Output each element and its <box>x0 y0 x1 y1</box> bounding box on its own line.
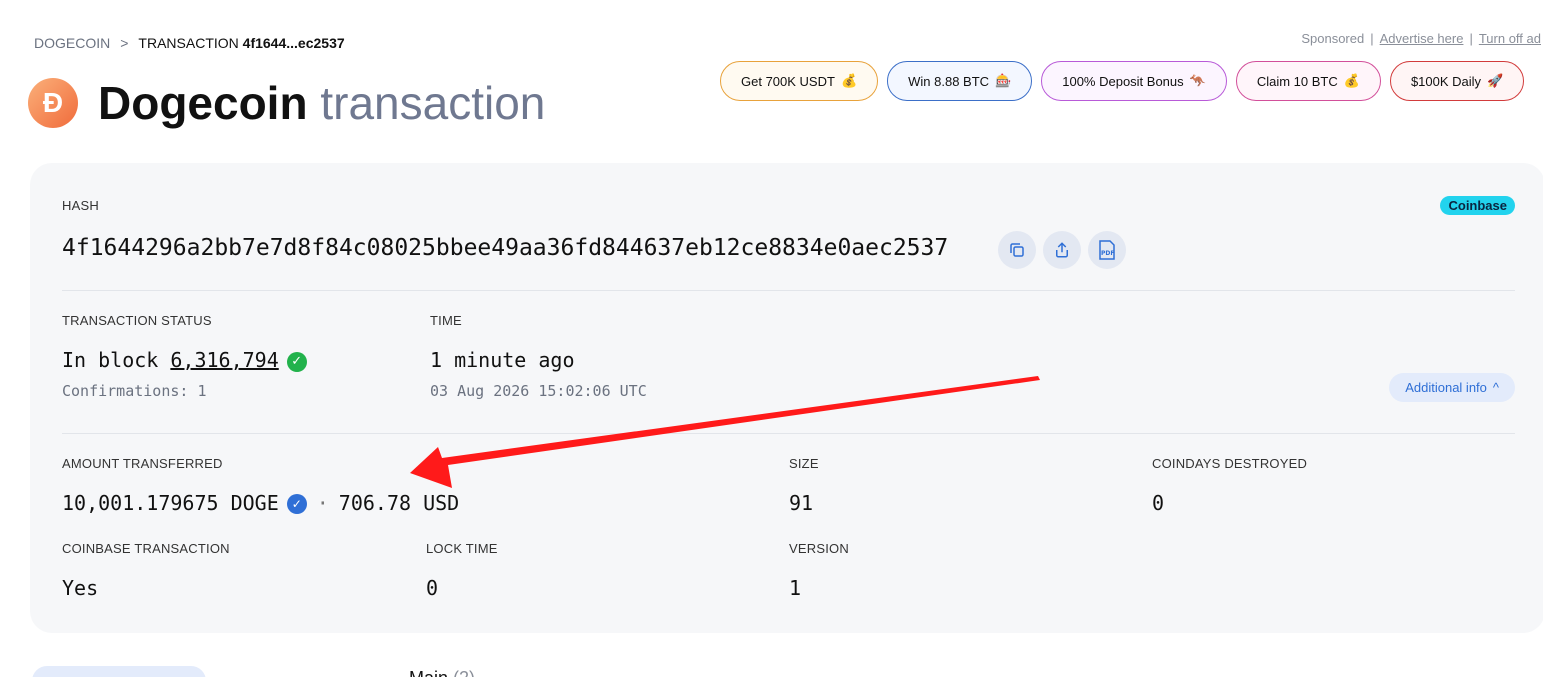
locktime-label: LOCK TIME <box>426 541 498 556</box>
rocket-icon: 🚀 <box>1487 73 1504 88</box>
block-link[interactable]: 6,316,794 <box>170 348 278 372</box>
ad-button[interactable]: Get 700K USDT 💰 <box>720 61 879 101</box>
share-icon <box>1056 242 1068 258</box>
locktime-field: LOCK TIME 0 <box>426 541 498 600</box>
divider <box>62 433 1515 434</box>
breadcrumb-separator: > <box>120 35 129 51</box>
divider <box>62 290 1515 291</box>
ad-label: Get 700K USDT <box>741 73 835 89</box>
amount-transferred: AMOUNT TRANSFERRED 10,001.179675 DOGE ✓ · 7… <box>62 456 459 515</box>
coindays-field: COINDAYS DESTROYED 0 <box>1152 456 1307 515</box>
ad-bar: Get 700K USDT 💰 Win 8.88 BTC 🎰 100% Depo… <box>720 61 1525 101</box>
copy-icon <box>1010 243 1024 257</box>
money-bag-icon: 💰 <box>1343 73 1360 88</box>
time-label: TIME <box>430 313 462 328</box>
breadcrumb-dogecoin-link[interactable]: DOGECOIN <box>34 35 110 51</box>
amount-separator: · <box>316 491 329 515</box>
size-value: 91 <box>789 491 814 515</box>
ad-label: $100K Daily <box>1410 73 1482 89</box>
check-icon: ✓ <box>286 352 307 372</box>
tab-main-label: Main <box>409 668 448 677</box>
dogecoin-logo-icon: Ð <box>28 78 78 128</box>
transaction-hash: 4f1644296a2bb7e7d8f84c08025bbee49aa36fd8… <box>62 235 949 261</box>
slot-machine-icon: 🎰 <box>995 73 1012 88</box>
amount-label: AMOUNT TRANSFERRED <box>62 456 223 471</box>
transaction-status: TRANSACTION STATUS In block 6,316,794 ✓ C… <box>62 313 307 400</box>
time-absolute: 03 Aug 2026 15:02:06 UTC <box>430 382 647 400</box>
bottom-tab-pill[interactable] <box>32 666 206 677</box>
ad-button[interactable]: Claim 10 BTC 💰 <box>1235 61 1381 101</box>
version-value: 1 <box>789 576 802 600</box>
page-title-sub: transaction <box>320 77 546 129</box>
copy-button[interactable] <box>998 231 1036 269</box>
hash-label: HASH <box>62 198 99 213</box>
verified-icon: ✓ <box>286 494 307 514</box>
transaction-card: HASH Coinbase 4f1644296a2bb7e7d8f84c0802… <box>30 163 1543 633</box>
status-value: In block 6,316,794 ✓ <box>62 348 307 372</box>
transaction-time: TIME 1 minute ago 03 Aug 2026 15:02:06 U… <box>430 313 647 400</box>
tab-main[interactable]: Main (2) <box>409 668 475 677</box>
coinbase-value: Yes <box>62 576 99 600</box>
size-field: SIZE 91 <box>789 456 819 515</box>
coindays-label: COINDAYS DESTROYED <box>1152 456 1308 471</box>
ad-button[interactable]: $100K Daily 🚀 <box>1389 61 1525 101</box>
breadcrumb-current-hash: 4f1644...ec2537 <box>242 35 345 51</box>
advertise-here-link[interactable]: Advertise here <box>1380 31 1464 46</box>
tab-main-count: (2) <box>453 668 475 677</box>
version-field: VERSION 1 <box>789 541 849 600</box>
additional-info-label: Additional info <box>1405 380 1487 395</box>
ad-label: Claim 10 BTC <box>1256 73 1338 89</box>
chevron-up-icon: ^ <box>1492 380 1499 395</box>
ad-label: Win 8.88 BTC <box>908 73 990 89</box>
pdf-button[interactable]: PDF <box>1088 231 1126 269</box>
status-prefix: In block <box>62 348 159 372</box>
share-button[interactable] <box>1043 231 1081 269</box>
coinbase-label: COINBASE TRANSACTION <box>62 541 230 556</box>
status-label: TRANSACTION STATUS <box>62 313 212 328</box>
sponsor-separator: | <box>1370 31 1374 46</box>
time-relative: 1 minute ago <box>430 348 575 372</box>
coinbase-field: COINBASE TRANSACTION Yes <box>62 541 230 600</box>
turn-off-ad-link[interactable]: Turn off ad <box>1479 31 1541 46</box>
confirmations: Confirmations: 1 <box>62 382 207 400</box>
page-title-main: Dogecoin <box>98 77 308 129</box>
breadcrumb-current: TRANSACTION 4f1644...ec2537 <box>138 35 344 51</box>
additional-info-button[interactable]: Additional info ^ <box>1389 373 1515 402</box>
breadcrumb: DOGECOIN > TRANSACTION 4f1644...ec2537 <box>34 35 345 51</box>
ad-button[interactable]: 100% Deposit Bonus 🦘 <box>1041 61 1227 101</box>
amount-usd: 706.78 USD <box>338 491 460 515</box>
sponsor-separator: | <box>1469 31 1473 46</box>
sponsored-label: Sponsored <box>1301 31 1365 46</box>
breadcrumb-current-prefix: TRANSACTION <box>138 35 239 51</box>
hash-actions: PDF <box>998 231 1126 269</box>
ad-button[interactable]: Win 8.88 BTC 🎰 <box>887 61 1033 101</box>
page-header: Ð Dogecoin transaction <box>28 76 545 130</box>
page-title: Dogecoin transaction <box>98 76 545 130</box>
money-bag-icon: 💰 <box>840 73 858 88</box>
ad-label: 100% Deposit Bonus <box>1062 73 1184 89</box>
amount-value: 10,001.179675 DOGE ✓ · 706.78 USD <box>62 491 459 515</box>
svg-text:PDF: PDF <box>1101 250 1114 257</box>
amount-doge: 10,001.179675 DOGE <box>62 491 279 515</box>
kangaroo-icon: 🦘 <box>1189 73 1206 88</box>
pdf-icon: PDF <box>1099 240 1115 260</box>
size-label: SIZE <box>789 456 819 471</box>
coinbase-badge: Coinbase <box>1440 196 1515 215</box>
sponsor-line: Sponsored | Advertise here | Turn off ad <box>1301 31 1543 46</box>
coindays-value: 0 <box>1152 491 1165 515</box>
version-label: VERSION <box>789 541 849 556</box>
locktime-value: 0 <box>426 576 439 600</box>
